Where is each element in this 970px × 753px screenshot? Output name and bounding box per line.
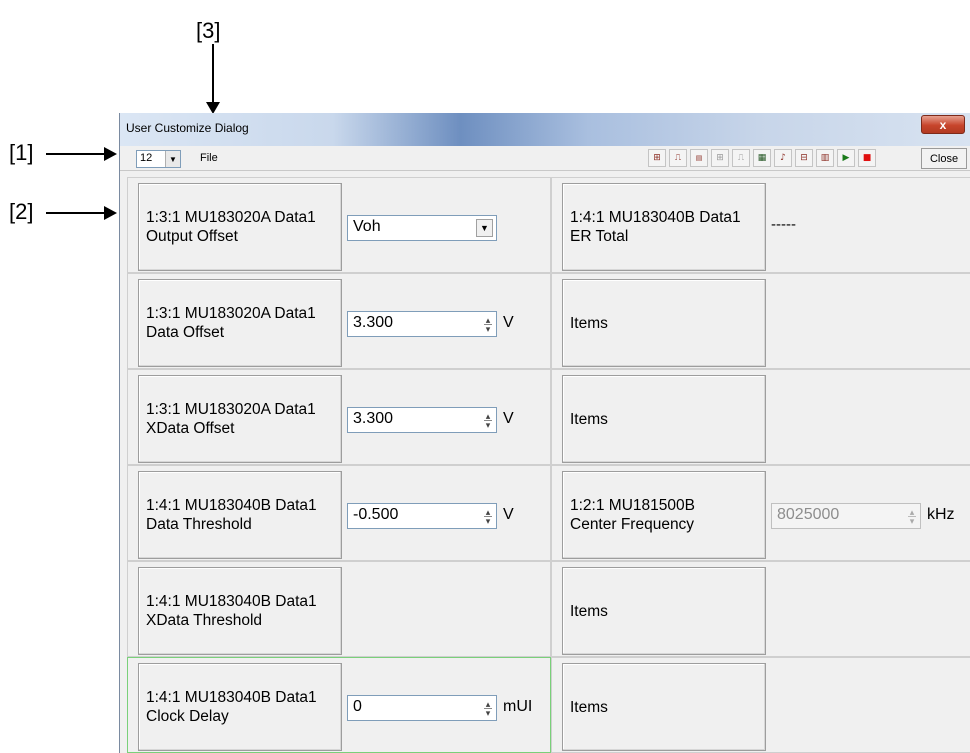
spin-icon[interactable]: ▴ ▾ [483, 700, 493, 718]
unit-label: V [503, 314, 514, 331]
select-value: Voh [353, 218, 381, 235]
callout-2-arrow [46, 212, 106, 214]
field-value: 3.300 [353, 314, 394, 331]
param-button-clock-delay[interactable]: 1:4:1 MU183040B Data1 Clock Delay [138, 663, 342, 751]
callout-2: [2] [9, 199, 34, 224]
title-bar[interactable]: User Customize Dialog x [120, 113, 970, 146]
param-button-er-total[interactable]: 1:4:1 MU183040B Data1 ER Total [562, 183, 766, 271]
zoom-value: 12 [140, 152, 153, 164]
spin-icon: ▴ ▾ [908, 507, 916, 526]
grid-cell-left-2: 1:3:1 MU183020A Data1 Data Offset 3.300 … [127, 273, 551, 369]
sound-icon[interactable]: ♪ [774, 149, 792, 167]
play-icon[interactable]: ▶ [837, 149, 855, 167]
param-label-line2: Data Threshold [146, 516, 252, 533]
callout-1-arrowhead [104, 147, 117, 161]
items-label: Items [570, 410, 608, 428]
unit-label: kHz [927, 506, 955, 523]
field-value: 0 [353, 698, 362, 715]
close-button[interactable]: Close [921, 148, 967, 169]
items-label: Items [570, 602, 608, 620]
grid-cell-left-5: 1:4:1 MU183040B Data1 XData Threshold [127, 561, 551, 657]
data-offset-field[interactable]: 3.300 ▴ ▾ [347, 311, 497, 337]
spin-icon[interactable]: ▴ ▾ [483, 508, 493, 526]
param-label-line2: Output Offset [146, 228, 238, 245]
field-value: -0.500 [353, 506, 399, 523]
callout-3-arrow [212, 44, 214, 104]
user-customize-dialog: User Customize Dialog x 12 ▼ File ⊞ ⎍ ▤ … [119, 113, 970, 753]
pattern-icon[interactable]: ⊞ [648, 149, 666, 167]
field-value: 3.300 [353, 410, 394, 427]
tool-icon-strip: ⊞ ⎍ ▤ ⊞ ⎍ ▦ ♪ ⊟ ▥ ▶ ■ [648, 149, 876, 167]
param-button-center-frequency[interactable]: 1:2:1 MU181500B Center Frequency [562, 471, 766, 559]
items-button[interactable]: Items [562, 567, 766, 655]
grid-cell-right-6: Items [551, 657, 970, 753]
param-button-data-offset[interactable]: 1:3:1 MU183020A Data1 Data Offset [138, 279, 342, 367]
callout-1-arrow [46, 153, 106, 155]
items-label: Items [570, 314, 608, 332]
items-button[interactable]: Items [562, 279, 766, 367]
spin-icon[interactable]: ▴ ▾ [483, 412, 493, 430]
grid-cell-left-3: 1:3:1 MU183020A Data1 XData Offset 3.300… [127, 369, 551, 465]
param-label-line1: 1:2:1 MU181500B [570, 497, 695, 514]
param-label-line2: XData Threshold [146, 612, 263, 629]
file-menu[interactable]: File [200, 152, 218, 164]
bitmap-icon[interactable]: ▥ [816, 149, 834, 167]
param-label-line2: Data Offset [146, 324, 225, 341]
error-icon[interactable]: ⊟ [795, 149, 813, 167]
param-label-line2: Center Frequency [570, 516, 695, 533]
items-label: Items [570, 698, 608, 716]
pattern-icon-2[interactable]: ⊞ [711, 149, 729, 167]
grid-cell-left-6: 1:4:1 MU183040B Data1 Clock Delay 0 ▴ ▾ m… [127, 657, 551, 753]
param-button-xdata-threshold[interactable]: 1:4:1 MU183040B Data1 XData Threshold [138, 567, 342, 655]
center-frequency-field: 8025000 ▴ ▾ [771, 503, 921, 529]
chevron-down-icon[interactable]: ▼ [476, 219, 493, 237]
unit-label: V [503, 506, 514, 523]
param-label-line1: 1:3:1 MU183020A Data1 [146, 401, 316, 418]
clock-delay-field[interactable]: 0 ▴ ▾ [347, 695, 497, 721]
close-icon: x [939, 117, 947, 132]
param-label-line1: 1:4:1 MU183040B Data1 [146, 497, 317, 514]
callout-3: [3] [196, 18, 221, 43]
param-label-line1: 1:4:1 MU183040B Data1 [146, 689, 317, 706]
chevron-down-icon[interactable]: ▼ [165, 151, 180, 167]
grid-cell-left-4: 1:4:1 MU183040B Data1 Data Threshold -0.… [127, 465, 551, 561]
callout-1: [1] [9, 140, 34, 165]
grid-cell-right-2: Items [551, 273, 970, 369]
grid-cell-left-1: 1:3:1 MU183020A Data1 Output Offset Voh … [127, 177, 551, 273]
xdata-offset-field[interactable]: 3.300 ▴ ▾ [347, 407, 497, 433]
pulse-icon[interactable]: ⎍ [669, 149, 687, 167]
gate-icon[interactable]: ▦ [753, 149, 771, 167]
param-label-line2: XData Offset [146, 420, 235, 437]
data-threshold-field[interactable]: -0.500 ▴ ▾ [347, 503, 497, 529]
param-label-line1: 1:3:1 MU183020A Data1 [146, 305, 316, 322]
output-offset-select[interactable]: Voh ▼ [347, 215, 497, 241]
param-button-output-offset[interactable]: 1:3:1 MU183020A Data1 Output Offset [138, 183, 342, 271]
field-value: 8025000 [777, 506, 840, 523]
er-total-readout: ----- [771, 216, 796, 233]
stop-icon[interactable]: ■ [858, 149, 876, 167]
items-button[interactable]: Items [562, 663, 766, 751]
pulse-icon-2[interactable]: ⎍ [732, 149, 750, 167]
grid-cell-right-3: Items [551, 369, 970, 465]
param-label-line2: Clock Delay [146, 708, 229, 725]
param-label-line1: 1:3:1 MU183020A Data1 [146, 209, 316, 226]
param-label-line1: 1:4:1 MU183040B Data1 [146, 593, 317, 610]
window-close-button[interactable]: x [921, 115, 965, 134]
param-button-data-threshold[interactable]: 1:4:1 MU183040B Data1 Data Threshold [138, 471, 342, 559]
grid-cell-right-4: 1:2:1 MU181500B Center Frequency 8025000… [551, 465, 970, 561]
param-label-line2: ER Total [570, 228, 629, 245]
unit-label: mUI [503, 698, 533, 715]
grid-cell-right-5: Items [551, 561, 970, 657]
param-button-xdata-offset[interactable]: 1:3:1 MU183020A Data1 XData Offset [138, 375, 342, 463]
grid-cell-right-1: 1:4:1 MU183040B Data1 ER Total ----- [551, 177, 970, 273]
items-button[interactable]: Items [562, 375, 766, 463]
data-icon[interactable]: ▤ [690, 149, 708, 167]
unit-label: V [503, 410, 514, 427]
toolbar: 12 ▼ File ⊞ ⎍ ▤ ⊞ ⎍ ▦ ♪ ⊟ ▥ ▶ ■ Close [120, 146, 970, 171]
callout-2-arrowhead [104, 206, 117, 220]
window-title: User Customize Dialog [126, 121, 249, 135]
param-label-line1: 1:4:1 MU183040B Data1 [570, 209, 741, 226]
zoom-combobox[interactable]: 12 ▼ [136, 150, 181, 168]
spin-icon[interactable]: ▴ ▾ [483, 316, 493, 334]
